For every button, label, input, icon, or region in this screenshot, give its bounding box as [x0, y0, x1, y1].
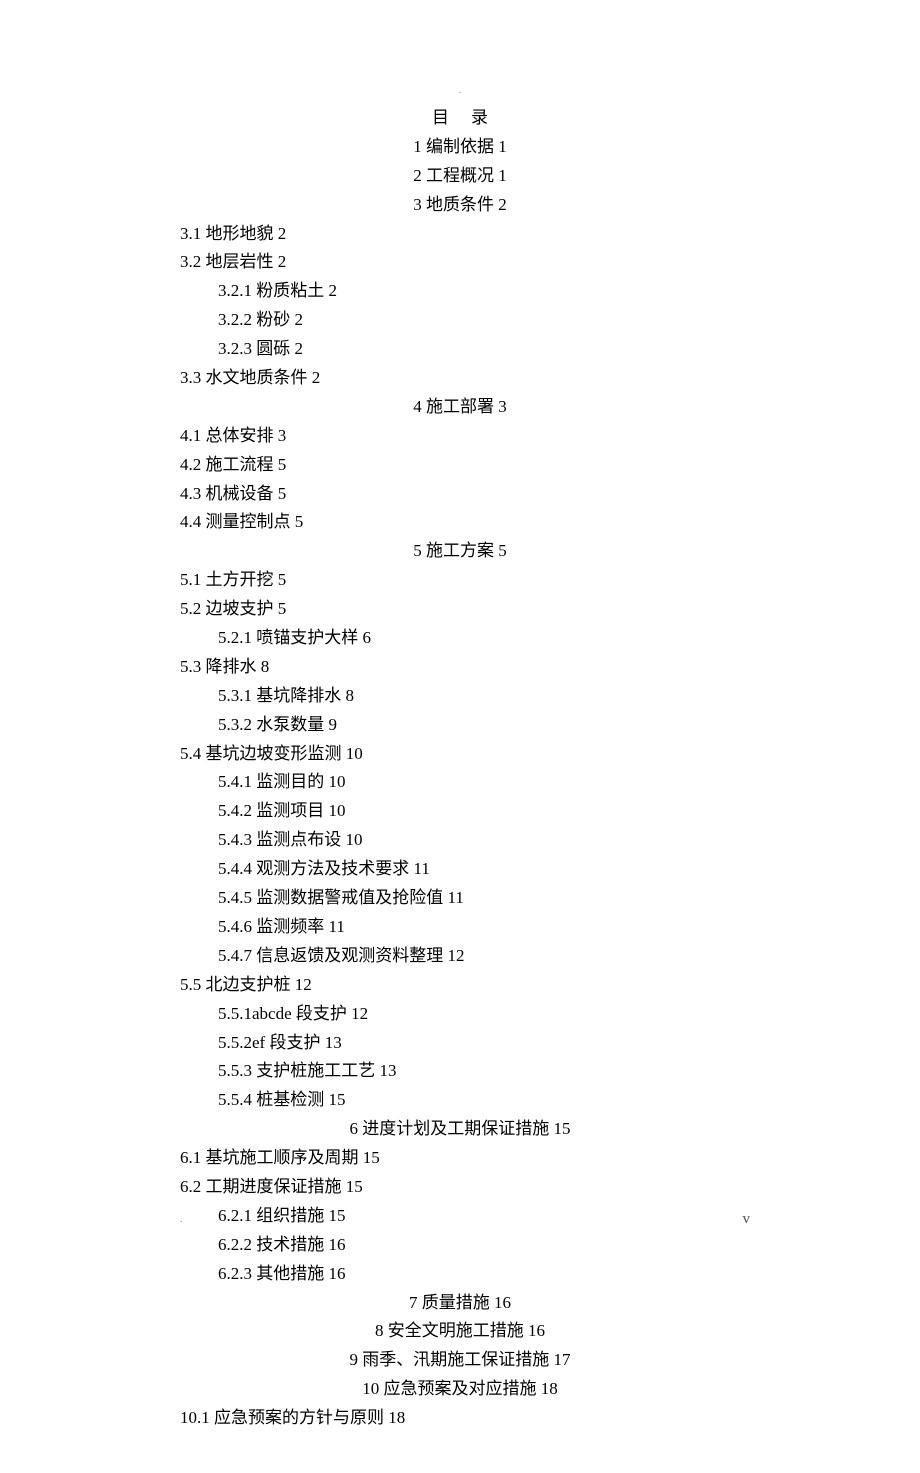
toc-entry: 10 应急预案及对应措施 18 — [180, 1375, 740, 1404]
page-marker: v — [743, 1207, 751, 1233]
toc-entry: 8 安全文明施工措施 16 — [180, 1317, 740, 1346]
toc-entry: 6.1 基坑施工顺序及周期 15 — [180, 1144, 740, 1173]
toc-entry: 5.5.2ef 段支护 13 — [180, 1029, 740, 1058]
toc-body: 1 编制依据 12 工程概况 13 地质条件 23.1 地形地貌 23.2 地层… — [180, 133, 740, 1433]
toc-entry: 5.3.1 基坑降排水 8 — [180, 682, 740, 711]
toc-entry: 5.4.7 信息返馈及观测资料整理 12 — [180, 942, 740, 971]
toc-entry: 4.1 总体安排 3 — [180, 422, 740, 451]
toc-entry: 4.2 施工流程 5 — [180, 451, 740, 480]
toc-entry: 4 施工部署 3 — [180, 393, 740, 422]
toc-entry: 3.2.2 粉砂 2 — [180, 306, 740, 335]
toc-entry: 5.2 边坡支护 5 — [180, 595, 740, 624]
toc-entry: 3.1 地形地貌 2 — [180, 220, 740, 249]
toc-entry: 5.4.2 监测项目 10 — [180, 797, 740, 826]
toc-entry: 5.4.3 监测点布设 10 — [180, 826, 740, 855]
toc-entry: 5.4 基坑边坡变形监测 10 — [180, 740, 740, 769]
toc-entry: 7 质量措施 16 — [180, 1289, 740, 1318]
toc-entry: 5.2.1 喷锚支护大样 6 — [180, 624, 740, 653]
toc-entry: 5.4.4 观测方法及技术要求 11 — [180, 855, 740, 884]
toc-entry: 2 工程概况 1 — [180, 162, 740, 191]
toc-title-label: 目录 — [410, 108, 510, 127]
toc-entry: 5.1 土方开挖 5 — [180, 566, 740, 595]
toc-entry: 5.3 降排水 8 — [180, 653, 740, 682]
toc-entry: 3.2.3 圆砾 2 — [180, 335, 740, 364]
toc-entry: 1 编制依据 1 — [180, 133, 740, 162]
toc-entry: 5.4.6 监测频率 11 — [180, 913, 740, 942]
toc-entry: 4.3 机械设备 5 — [180, 480, 740, 509]
toc-entry: 3 地质条件 2 — [180, 191, 740, 220]
toc-entry: 4.4 测量控制点 5 — [180, 508, 740, 537]
toc-entry: 5.5 北边支护桩 12 — [180, 971, 740, 1000]
toc-entry: 5.5.4 桩基检测 15 — [180, 1086, 740, 1115]
toc-entry: 6 进度计划及工期保证措施 15 — [180, 1115, 740, 1144]
toc-entry: 9 雨季、汛期施工保证措施 17 — [180, 1346, 740, 1375]
footer-dot: . — [180, 1214, 183, 1225]
toc-entry: 3.3 水文地质条件 2 — [180, 364, 740, 393]
toc-title: 目录 — [180, 104, 740, 133]
toc-entry: 5.3.2 水泵数量 9 — [180, 711, 740, 740]
toc-entry: 3.2 地层岩性 2 — [180, 248, 740, 277]
toc-entry: 10.1 应急预案的方针与原则 18 — [180, 1404, 740, 1433]
toc-entry: 5.5.3 支护桩施工工艺 13 — [180, 1057, 740, 1086]
toc-entry: 6.2.2 技术措施 16 — [180, 1231, 740, 1260]
toc-entry: 6.2 工期进度保证措施 15 — [180, 1173, 740, 1202]
toc-entry: 5 施工方案 5 — [180, 537, 740, 566]
toc-entry: 5.4.5 监测数据警戒值及抢险值 11 — [180, 884, 740, 913]
toc-entry: 5.4.1 监测目的 10 — [180, 768, 740, 797]
toc-entry: 3.2.1 粉质粘土 2 — [180, 277, 740, 306]
toc-entry: 6.2.3 其他措施 16 — [180, 1260, 740, 1289]
toc-entry: 5.5.1abcde 段支护 12 — [180, 1000, 740, 1029]
header-dot: . — [180, 82, 740, 99]
